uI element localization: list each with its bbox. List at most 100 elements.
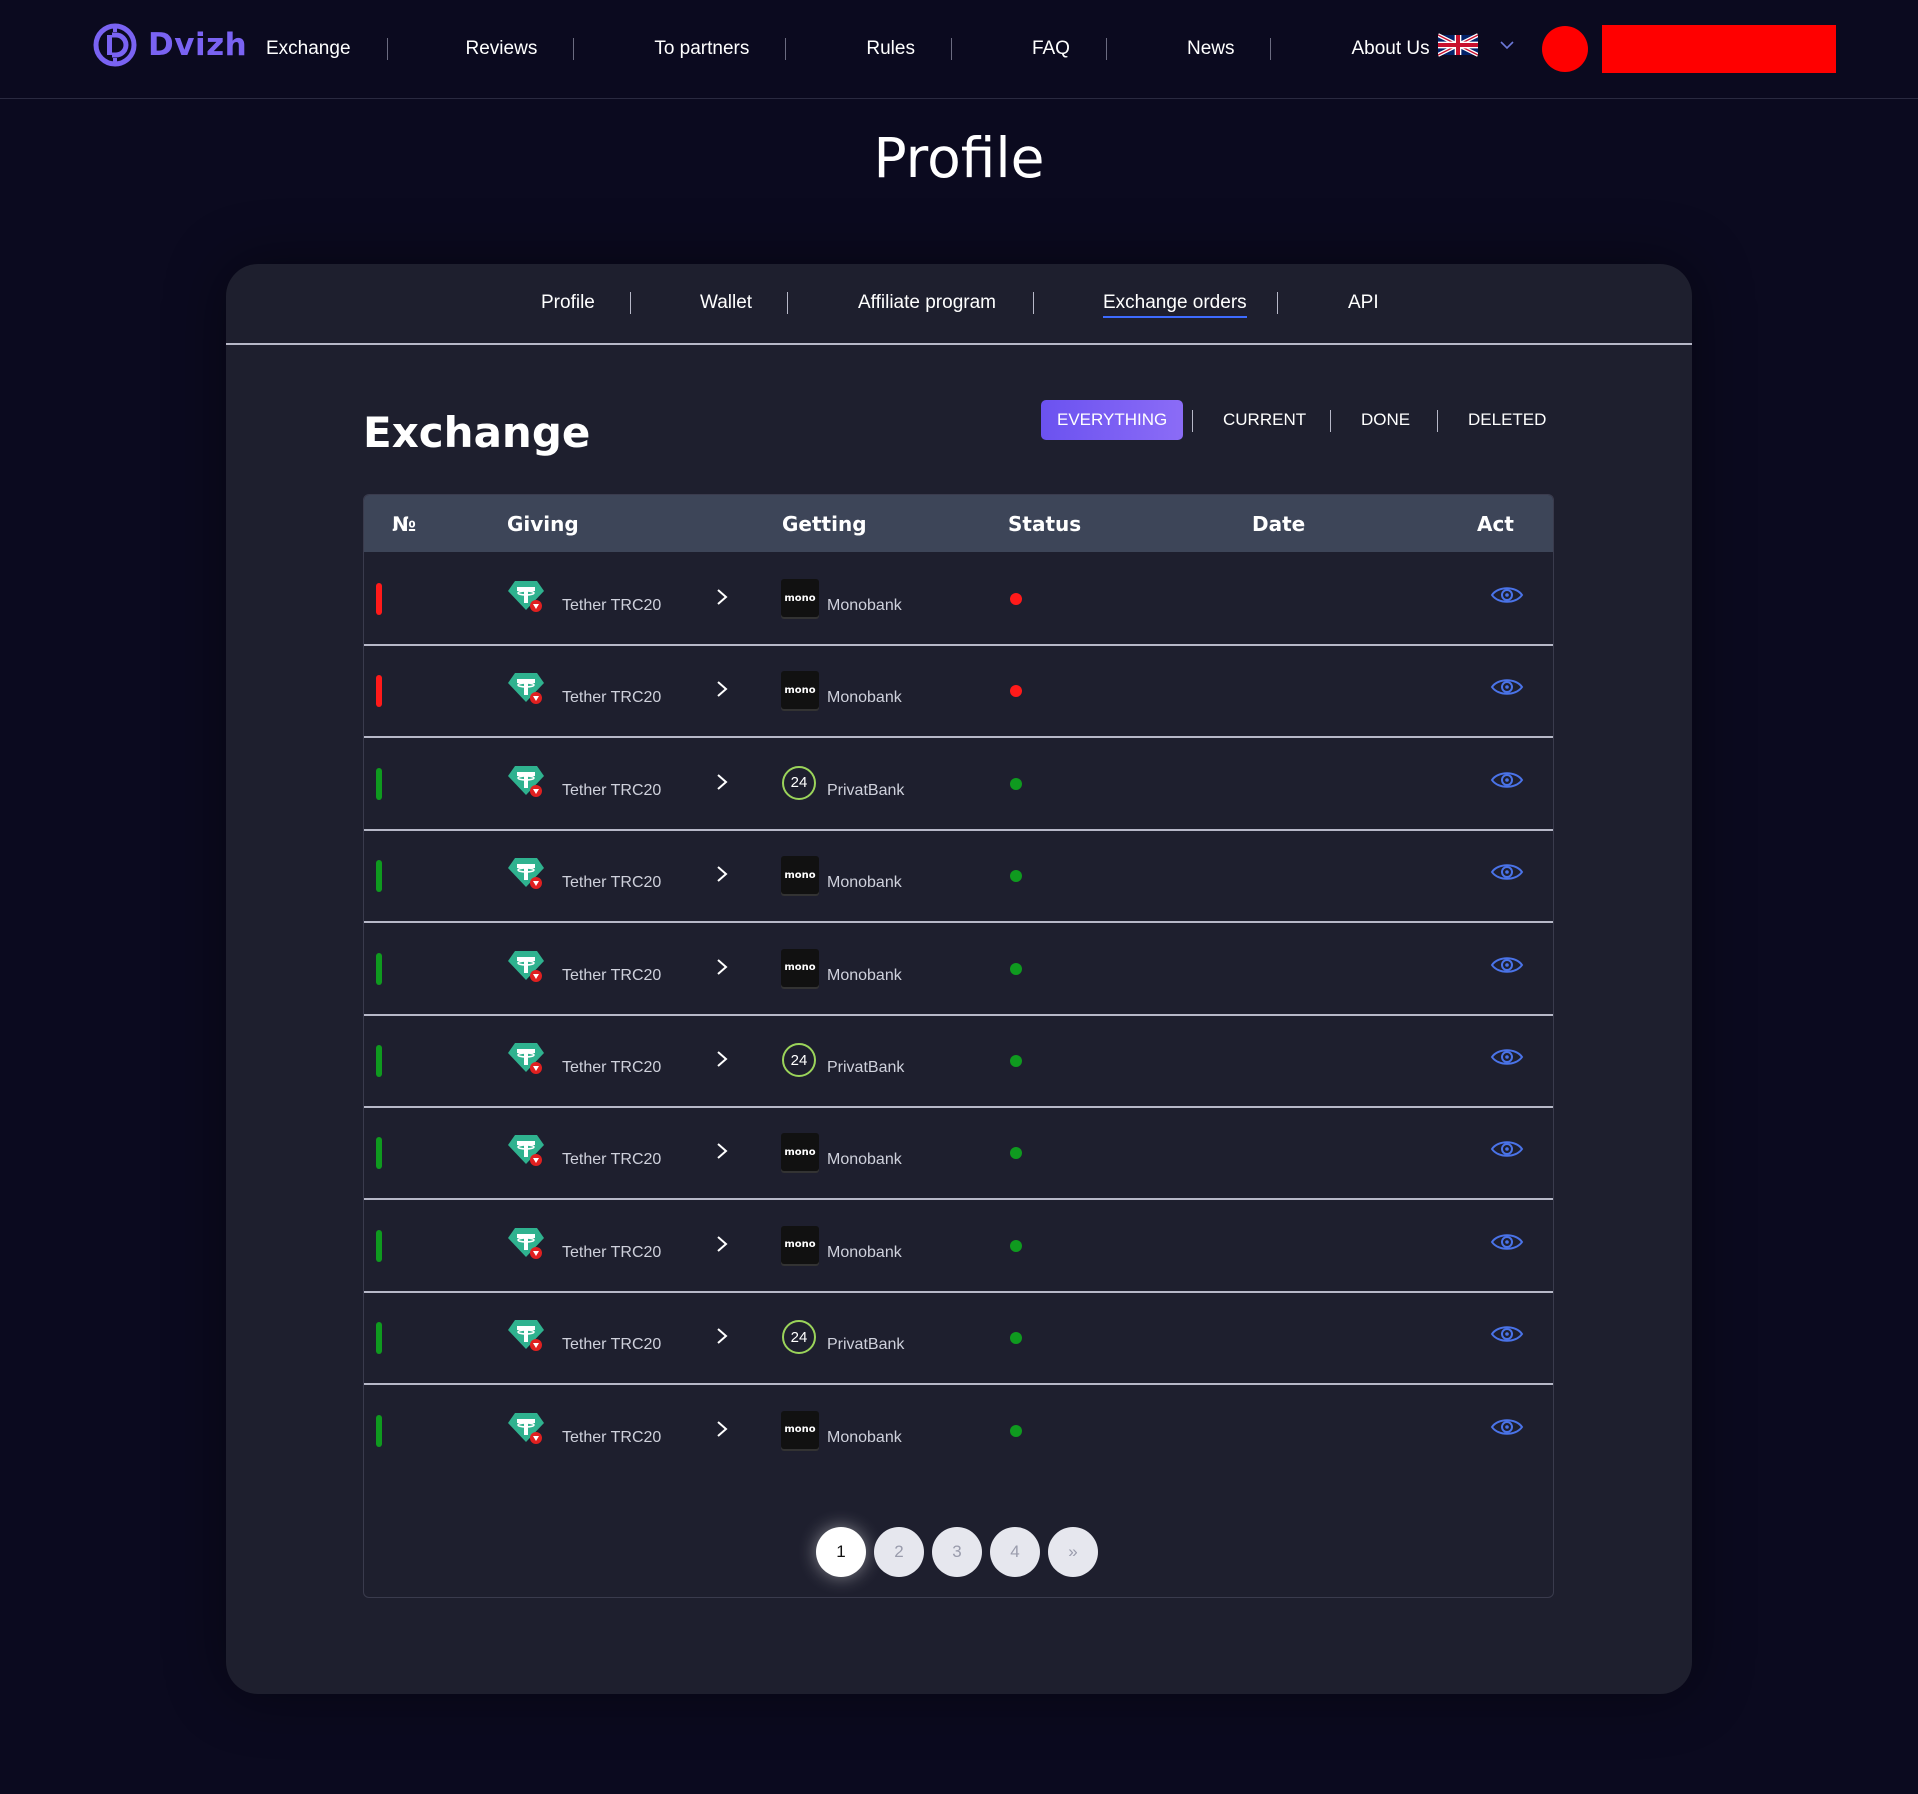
nav-exchange[interactable]: Exchange [266, 38, 351, 60]
giving-currency: Tether TRC20 [562, 1336, 662, 1354]
nav-rules[interactable]: Rules [866, 38, 915, 60]
table-row: Tether TRC20 mono Monobank [364, 1384, 1553, 1476]
section-title: Exchange [363, 408, 591, 457]
giving-currency: Tether TRC20 [562, 874, 662, 892]
page-2-button[interactable]: 2 [874, 1527, 924, 1577]
tab-divider [787, 292, 788, 314]
profile-card: Profile Wallet Affiliate program Exchang… [226, 264, 1692, 1694]
tab-wallet[interactable]: Wallet [700, 292, 752, 314]
page-4-button[interactable]: 4 [990, 1527, 1040, 1577]
monobank-logo-icon: mono [781, 579, 819, 617]
getting-currency: PrivatBank [827, 1059, 905, 1076]
status-dot [1010, 685, 1022, 698]
arrow-right-icon [716, 1142, 728, 1160]
view-order-eye-icon[interactable] [1490, 676, 1524, 698]
getting-currency: Monobank [827, 966, 902, 984]
giving-currency: Tether TRC20 [562, 781, 662, 799]
nav-about-us[interactable]: About Us [1351, 38, 1429, 60]
status-bar [376, 675, 382, 708]
table-row: Tether TRC20 24 PrivatBank [364, 1291, 1553, 1386]
status-bar [376, 767, 382, 800]
monobank-logo-icon: mono [781, 671, 819, 710]
filter-done[interactable]: DONE [1361, 410, 1410, 430]
status-dot [1010, 962, 1022, 975]
monobank-logo-icon: mono [781, 856, 819, 895]
table-header: № Giving Getting Status Date Act [364, 495, 1553, 552]
nav-divider [1270, 38, 1272, 60]
giving-currency: Tether TRC20 [562, 689, 662, 707]
language-selector[interactable] [1438, 32, 1514, 58]
tab-divider [1277, 292, 1278, 314]
brand-logo[interactable]: Dvizh [92, 22, 247, 68]
view-order-eye-icon[interactable] [1490, 1416, 1524, 1438]
status-bar [376, 583, 382, 615]
filter-divider [1437, 410, 1438, 432]
nav-divider [1105, 38, 1107, 60]
getting-currency: PrivatBank [827, 1336, 905, 1354]
tether-coin-icon [507, 579, 545, 613]
tether-coin-icon [507, 671, 545, 705]
view-order-eye-icon[interactable] [1490, 584, 1524, 606]
view-order-eye-icon[interactable] [1490, 954, 1524, 976]
nav-divider [950, 38, 952, 60]
uk-flag-icon [1438, 33, 1478, 57]
tab-affiliate-program[interactable]: Affiliate program [858, 292, 996, 314]
table-row: Tether TRC20 mono Monobank [364, 829, 1553, 924]
tether-coin-icon [507, 1411, 545, 1445]
nav-reviews[interactable]: Reviews [466, 38, 538, 60]
page-1-button[interactable]: 1 [816, 1527, 866, 1577]
getting-currency: PrivatBank [827, 781, 905, 799]
tether-coin-icon [507, 856, 545, 890]
tab-api[interactable]: API [1348, 292, 1379, 314]
top-header: Dvizh Exchange Reviews To partners Rules… [0, 0, 1918, 99]
brand-name: Dvizh [148, 27, 248, 63]
nav-to-partners[interactable]: To partners [654, 38, 749, 60]
tether-coin-icon [507, 949, 545, 983]
filter-deleted[interactable]: DELETED [1468, 410, 1546, 430]
status-dot [1010, 777, 1022, 790]
view-order-eye-icon[interactable] [1490, 1231, 1524, 1253]
table-row: Tether TRC20 24 PrivatBank [364, 737, 1553, 831]
status-dot [1010, 593, 1022, 605]
getting-currency: Monobank [827, 1151, 902, 1169]
header-date: Date [1252, 512, 1306, 536]
user-avatar[interactable] [1542, 26, 1588, 72]
tab-profile[interactable]: Profile [541, 292, 595, 314]
tab-exchange-orders[interactable]: Exchange orders [1103, 292, 1247, 318]
view-order-eye-icon[interactable] [1490, 861, 1524, 883]
next-page-button[interactable]: » [1048, 1527, 1098, 1577]
arrow-right-icon [716, 958, 728, 976]
status-dot [1010, 870, 1022, 883]
arrow-right-icon [716, 1050, 728, 1068]
filter-current[interactable]: CURRENT [1223, 410, 1306, 430]
page-3-button[interactable]: 3 [932, 1527, 982, 1577]
view-order-eye-icon[interactable] [1490, 1323, 1524, 1345]
main-nav: Exchange Reviews To partners Rules FAQ N… [266, 0, 1430, 98]
nav-faq[interactable]: FAQ [1032, 38, 1070, 60]
tab-divider [630, 292, 631, 314]
giving-currency: Tether TRC20 [562, 597, 662, 614]
status-bar [376, 860, 382, 893]
dvizh-logo-icon [93, 23, 137, 67]
nav-news[interactable]: News [1187, 38, 1235, 60]
view-order-eye-icon[interactable] [1490, 1138, 1524, 1160]
pagination: 1 2 3 4 » [816, 1527, 1098, 1577]
view-order-eye-icon[interactable] [1490, 1046, 1524, 1068]
arrow-right-icon [716, 1235, 728, 1253]
header-act: Act [1477, 512, 1514, 536]
monobank-logo-icon: mono [781, 1133, 819, 1172]
table-row: Tether TRC20 mono Monobank [364, 552, 1553, 646]
tab-divider [1033, 292, 1034, 314]
arrow-right-icon [716, 773, 728, 791]
nav-divider [785, 38, 787, 60]
getting-currency: Monobank [827, 597, 902, 614]
filter-divider [1192, 410, 1193, 432]
user-account-button[interactable] [1602, 25, 1836, 73]
arrow-right-icon [716, 588, 728, 606]
filter-everything[interactable]: EVERYTHING [1041, 400, 1184, 440]
monobank-logo-icon: mono [781, 1410, 819, 1449]
arrow-right-icon [716, 865, 728, 883]
nav-divider [386, 38, 388, 60]
getting-currency: Monobank [827, 689, 902, 707]
view-order-eye-icon[interactable] [1490, 769, 1524, 791]
